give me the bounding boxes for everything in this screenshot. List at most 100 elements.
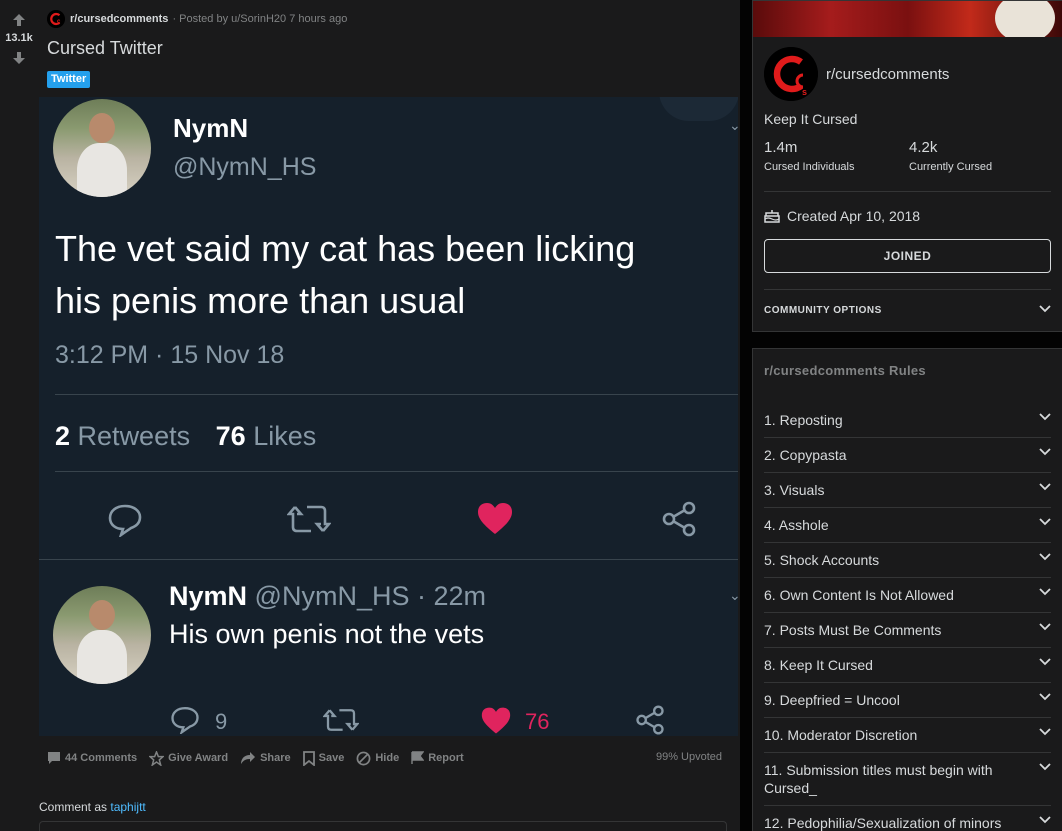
rules-card: r/cursedcomments Rules 1. Reposting 2. C… <box>752 348 1062 831</box>
chevron-down-icon <box>1039 728 1051 736</box>
reply-share-icon <box>636 705 664 735</box>
reply-avatar <box>53 586 151 684</box>
chevron-down-icon <box>1039 483 1051 491</box>
retweet-icon <box>287 505 331 533</box>
svg-text:s: s <box>802 87 807 97</box>
share-icon <box>241 752 256 764</box>
rule-item[interactable]: 8. Keep It Cursed <box>764 656 1051 683</box>
rule-item[interactable]: 11. Submission titles must begin with Cu… <box>764 761 1051 806</box>
upvote-icon[interactable] <box>11 12 27 28</box>
tweet-divider <box>55 394 738 395</box>
chevron-down-icon <box>1039 763 1051 771</box>
rule-label: 11. Submission titles must begin with Cu… <box>764 762 993 796</box>
rule-item[interactable]: 4. Asshole <box>764 516 1051 543</box>
chevron-down-icon <box>1039 518 1051 526</box>
rule-item[interactable]: 6. Own Content Is Not Allowed <box>764 586 1051 613</box>
comment-icon <box>48 752 60 764</box>
chevron-down-icon[interactable] <box>1039 305 1051 313</box>
tweet-author-name: NymN <box>173 113 249 143</box>
community-card: s r/cursedcomments Keep It Cursed 1.4m C… <box>752 0 1062 332</box>
reply-caret-icon: ⌄ <box>729 587 738 603</box>
reply-like-count: 76 <box>525 709 550 734</box>
comments-label: 44 Comments <box>65 752 138 764</box>
post-title[interactable]: Cursed Twitter <box>47 38 163 59</box>
post-card: 13.1k c r/cursedcomments · Posted by u/S… <box>0 0 740 831</box>
report-icon <box>411 751 425 764</box>
comment-input[interactable] <box>39 821 727 831</box>
comment-as-user-link[interactable]: taphijtt <box>110 800 145 814</box>
chevron-down-icon <box>1039 553 1051 561</box>
retweet-label: Retweets <box>77 421 191 451</box>
tweet-text: The vet said my cat has been licking his… <box>55 223 735 327</box>
rule-label: 12. Pedophilia/Sexualization of minors <box>764 815 1002 831</box>
hide-button[interactable]: Hide <box>356 751 399 766</box>
rule-item[interactable]: 9. Deepfried = Uncool <box>764 691 1051 718</box>
vote-count: 13.1k <box>5 32 33 44</box>
save-icon <box>302 750 315 766</box>
created-text: Created Apr 10, 2018 <box>787 208 921 224</box>
post-flair[interactable]: Twitter <box>47 71 91 88</box>
rule-item[interactable]: 10. Moderator Discretion <box>764 726 1051 753</box>
page: 13.1k c r/cursedcomments · Posted by u/S… <box>0 0 1062 831</box>
reply-author-name: NymN <box>169 581 248 611</box>
rule-label: 7. Posts Must Be Comments <box>764 622 942 638</box>
chevron-down-icon <box>1039 693 1051 701</box>
tweet-author-handle: @NymN_HS <box>173 153 317 181</box>
rule-item[interactable]: 5. Shock Accounts <box>764 551 1051 578</box>
image-overlay-bubble <box>659 97 738 121</box>
community-divider <box>764 191 1051 192</box>
rule-label: 2. Copypasta <box>764 447 847 463</box>
members-label: Cursed Individuals <box>764 161 855 173</box>
community-divider <box>764 289 1051 290</box>
rules-title: r/cursedcomments Rules <box>764 363 926 378</box>
subreddit-link[interactable]: r/cursedcomments <box>70 13 168 25</box>
reply-meta: @NymN_HS · 22m <box>254 581 486 611</box>
chevron-down-icon <box>1039 448 1051 456</box>
report-button[interactable]: Report <box>411 751 464 765</box>
save-label: Save <box>318 752 345 764</box>
chevron-down-icon <box>1039 816 1051 824</box>
community-logo-icon[interactable]: s <box>764 47 818 101</box>
community-options[interactable]: COMMUNITY OPTIONS <box>764 305 882 316</box>
hide-label: Hide <box>375 752 400 764</box>
comments-button[interactable]: 44 Comments <box>47 751 137 765</box>
downvote-icon[interactable] <box>11 50 27 66</box>
reply-header: NymN @NymN_HS · 22m <box>169 581 486 612</box>
reply-icon <box>108 504 142 537</box>
report-label: Report <box>428 752 464 764</box>
created-date: Created Apr 10, 2018 <box>764 208 920 224</box>
posted-by: · Posted by u/SorinH20 7 hours ago <box>172 13 348 25</box>
reply-text: His own penis not the vets <box>169 619 485 649</box>
retweet-count: 2 <box>55 421 71 451</box>
award-icon <box>149 750 165 766</box>
save-button[interactable]: Save <box>302 750 345 766</box>
hide-icon <box>356 751 371 765</box>
rule-item[interactable]: 3. Visuals <box>764 481 1051 508</box>
subreddit-logo-icon[interactable]: c <box>47 10 65 28</box>
post-image[interactable]: ⌄ NymN @NymN_HS The vet said my cat has … <box>39 97 738 736</box>
rule-item[interactable]: 1. Reposting <box>764 411 1051 438</box>
community-name[interactable]: r/cursedcomments <box>826 66 949 83</box>
comment-as-prefix: Comment as <box>39 800 108 814</box>
rule-label: 10. Moderator Discretion <box>764 727 918 743</box>
tweet-divider <box>39 559 738 560</box>
chevron-down-icon <box>1039 413 1051 421</box>
rule-label: 6. Own Content Is Not Allowed <box>764 587 954 603</box>
tweet-timestamp: 3:12 PM · 15 Nov 18 <box>55 341 285 369</box>
banner-doll-image <box>995 1 1055 37</box>
share-button[interactable]: Share <box>240 751 291 765</box>
tweet-divider <box>55 471 738 472</box>
tweet-avatar <box>53 99 151 197</box>
rule-item[interactable]: 2. Copypasta <box>764 446 1051 473</box>
rule-label: 3. Visuals <box>764 482 825 498</box>
give-award-button[interactable]: Give Award <box>149 750 228 766</box>
upvoted-ratio: 99% Upvoted <box>655 751 722 763</box>
share-label: Share <box>260 752 291 764</box>
like-count: 76 <box>215 421 246 451</box>
rule-item[interactable]: 7. Posts Must Be Comments <box>764 621 1051 648</box>
online-count: 4.2k <box>909 139 938 156</box>
rule-item[interactable]: 12. Pedophilia/Sexualization of minors <box>764 814 1051 831</box>
rule-label: 9. Deepfried = Uncool <box>764 692 900 708</box>
rule-label: 1. Reposting <box>764 412 843 428</box>
joined-button[interactable]: JOINED <box>764 239 1051 273</box>
